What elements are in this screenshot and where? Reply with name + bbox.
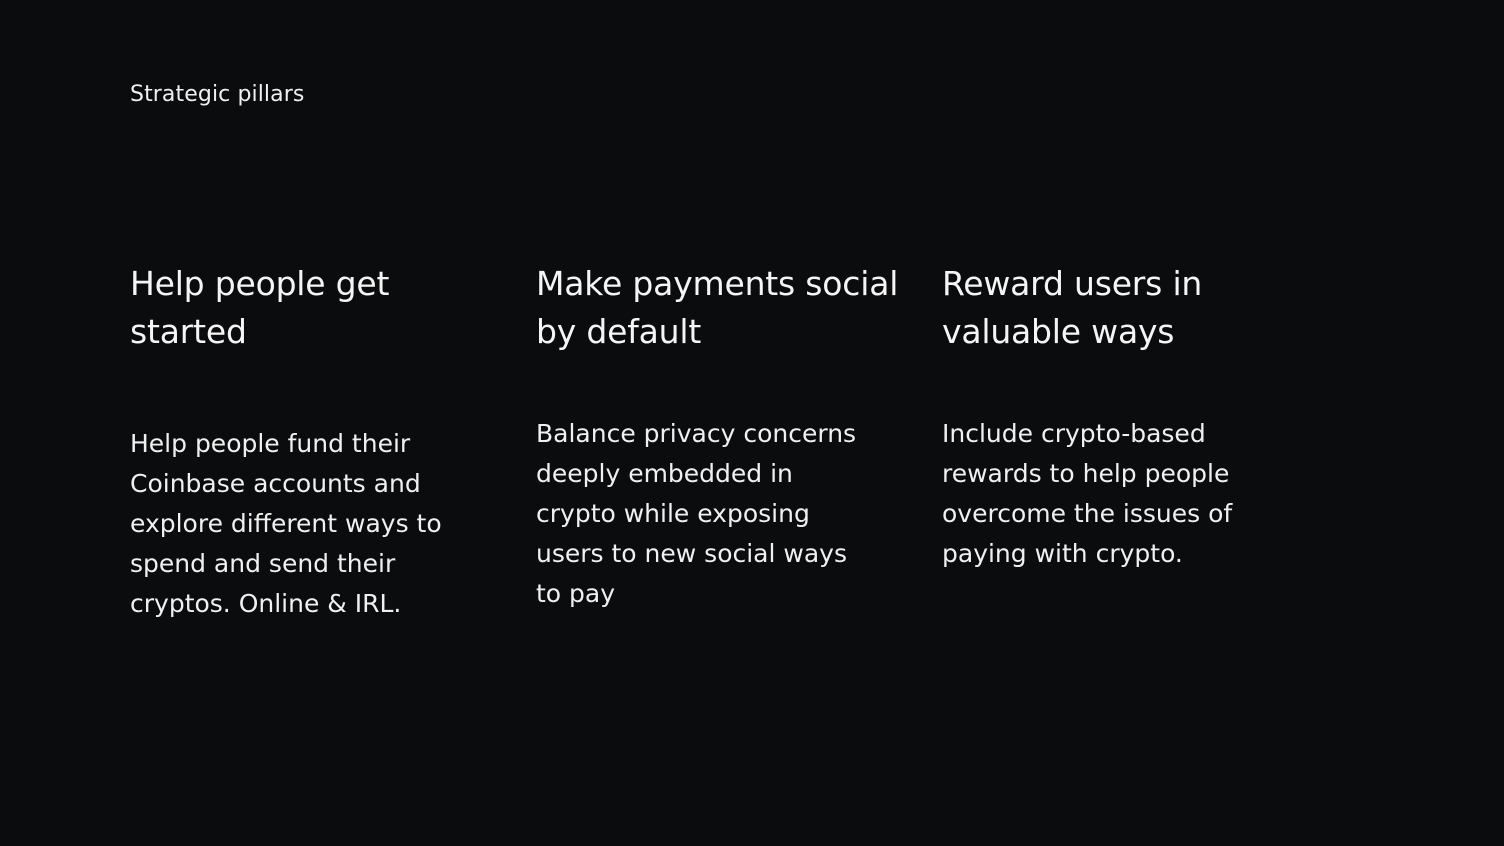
pillar-title: Help people get started bbox=[130, 264, 390, 351]
pillar-title: Reward users in valuable ways bbox=[942, 264, 1203, 351]
pillar-description: Balance privacy concerns deeply embedded… bbox=[536, 419, 857, 608]
pillar-get-started: Help people get started Help people fund… bbox=[130, 260, 500, 618]
pillar-description: Include crypto-based rewards to help peo… bbox=[942, 419, 1233, 568]
pillar-description: Help people fund their Coinbase accounts… bbox=[130, 429, 442, 618]
pillar-social-payments: Make payments social by default Balance … bbox=[536, 260, 906, 608]
pillar-title: Make payments social by default bbox=[536, 264, 899, 351]
pillar-rewards: Reward users in valuable ways Include cr… bbox=[942, 260, 1312, 568]
slide: Strategic pillars Help people get starte… bbox=[0, 0, 1504, 846]
section-label: Strategic pillars bbox=[130, 82, 305, 107]
